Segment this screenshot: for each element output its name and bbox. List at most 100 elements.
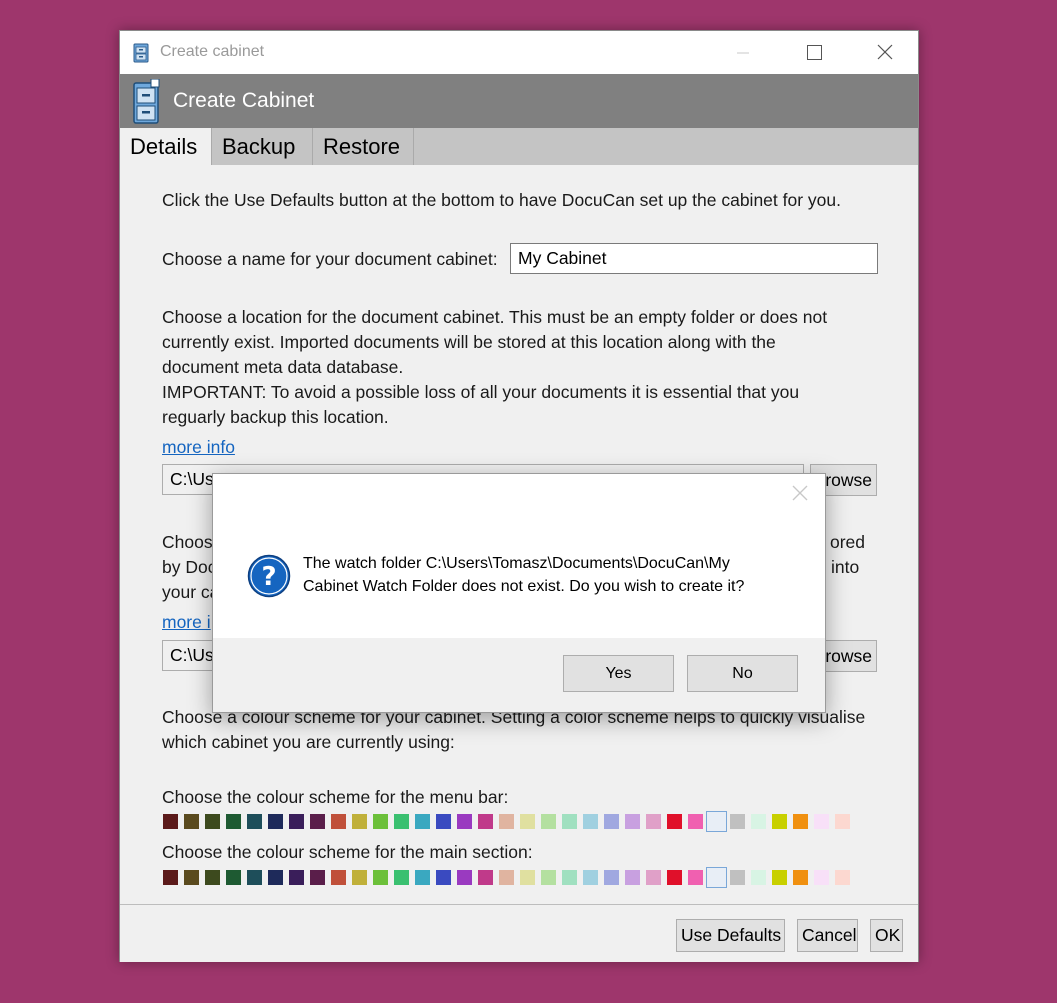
colour-swatch[interactable] <box>415 870 430 885</box>
watch-description-3: your ca <box>162 582 220 602</box>
colour-swatch[interactable] <box>835 814 850 829</box>
colour-swatch[interactable] <box>814 870 829 885</box>
no-button[interactable]: No <box>687 655 798 692</box>
footer-bar: Use Defaults Cancel OK <box>120 904 918 962</box>
colour-swatch[interactable] <box>478 870 493 885</box>
close-button[interactable] <box>862 31 908 74</box>
colour-swatch[interactable] <box>562 814 577 829</box>
more-info-link[interactable]: more info <box>162 435 235 460</box>
colour-swatch[interactable] <box>268 814 283 829</box>
colour-swatch[interactable] <box>436 814 451 829</box>
colour-swatch[interactable] <box>520 814 535 829</box>
colour-swatch[interactable] <box>373 870 388 885</box>
colour-swatch[interactable] <box>247 870 262 885</box>
tab-restore[interactable]: Restore <box>313 128 414 165</box>
colour-swatch[interactable] <box>184 814 199 829</box>
colour-swatch[interactable] <box>625 814 640 829</box>
colour-swatch[interactable] <box>772 814 787 829</box>
colour-swatch[interactable] <box>793 814 808 829</box>
header-title: Create Cabinet <box>173 89 315 112</box>
colour-swatch[interactable] <box>562 870 577 885</box>
colour-swatch[interactable] <box>751 814 766 829</box>
colour-swatch[interactable] <box>814 814 829 829</box>
colour-swatch[interactable] <box>226 870 241 885</box>
colour-swatch[interactable] <box>646 814 661 829</box>
colour-swatch[interactable] <box>520 870 535 885</box>
colour-swatch[interactable] <box>772 870 787 885</box>
colour-swatch[interactable] <box>394 814 409 829</box>
colour-swatch[interactable] <box>226 814 241 829</box>
colour-swatch[interactable] <box>706 811 727 832</box>
watch-description-2: by Doc <box>162 557 217 577</box>
maximize-icon <box>807 45 822 60</box>
maximize-button[interactable] <box>790 31 836 74</box>
colour-swatch[interactable] <box>331 814 346 829</box>
colour-swatch[interactable] <box>310 814 325 829</box>
window-title: Create cabinet <box>160 43 265 60</box>
dialog-message-line-1: The watch folder C:\Users\Tomasz\Documen… <box>303 555 730 572</box>
colour-swatch[interactable] <box>310 870 325 885</box>
colour-swatch[interactable] <box>352 870 367 885</box>
colour-swatch[interactable] <box>793 870 808 885</box>
colour-swatch[interactable] <box>583 870 598 885</box>
colour-swatch[interactable] <box>184 870 199 885</box>
confirm-dialog: ? The watch folder C:\Users\Tomasz\Docum… <box>212 473 826 713</box>
colour-swatch[interactable] <box>541 814 556 829</box>
colour-swatch[interactable] <box>289 814 304 829</box>
colour-swatch[interactable] <box>205 870 220 885</box>
colour-swatch[interactable] <box>604 870 619 885</box>
yes-button[interactable]: Yes <box>563 655 674 692</box>
colour-swatch[interactable] <box>268 870 283 885</box>
colour-swatch[interactable] <box>835 870 850 885</box>
minimize-icon <box>737 52 749 54</box>
cancel-button[interactable]: Cancel <box>797 919 858 952</box>
use-defaults-button[interactable]: Use Defaults <box>676 919 785 952</box>
colour-swatch[interactable] <box>457 814 472 829</box>
tab-details[interactable]: Details <box>120 128 212 165</box>
colour-swatch[interactable] <box>667 870 682 885</box>
colour-swatch[interactable] <box>289 870 304 885</box>
colour-swatch[interactable] <box>205 814 220 829</box>
colour-swatch[interactable] <box>667 814 682 829</box>
colour-swatch[interactable] <box>394 870 409 885</box>
colour-swatch[interactable] <box>625 870 640 885</box>
colour-swatch[interactable] <box>646 870 661 885</box>
tab-backup[interactable]: Backup <box>212 128 313 165</box>
colour-swatch[interactable] <box>163 870 178 885</box>
colour-swatch[interactable] <box>541 870 556 885</box>
colour-swatch[interactable] <box>730 814 745 829</box>
colour-swatch[interactable] <box>331 870 346 885</box>
colour-swatch[interactable] <box>247 814 262 829</box>
tab-bar: Details Backup Restore <box>120 128 918 165</box>
menu-bar-swatches <box>163 811 863 832</box>
colour-swatch[interactable] <box>583 814 598 829</box>
colour-swatch[interactable] <box>478 814 493 829</box>
colour-swatch[interactable] <box>751 870 766 885</box>
colour-swatch[interactable] <box>415 814 430 829</box>
colour-swatch[interactable] <box>499 870 514 885</box>
colour-swatch[interactable] <box>373 814 388 829</box>
dialog-close-icon[interactable] <box>790 483 810 503</box>
colour-swatch[interactable] <box>457 870 472 885</box>
dialog-footer: Yes No <box>213 638 825 712</box>
close-icon <box>877 44 893 60</box>
minimize-button[interactable] <box>720 31 766 74</box>
colour-swatch[interactable] <box>604 814 619 829</box>
cabinet-name-input[interactable] <box>510 243 878 274</box>
cabinet-icon <box>133 79 160 124</box>
title-bar: Create cabinet <box>120 31 918 74</box>
menu-bar-colour-label: Choose the colour scheme for the menu ba… <box>162 787 509 807</box>
colour-swatch[interactable] <box>688 870 703 885</box>
colour-swatch[interactable] <box>163 814 178 829</box>
colour-swatch[interactable] <box>352 814 367 829</box>
colour-swatch[interactable] <box>706 867 727 888</box>
colour-swatch[interactable] <box>730 870 745 885</box>
watch-description-2-end: into <box>831 557 860 577</box>
more-info-link-2[interactable]: more i <box>162 610 211 635</box>
colour-swatch[interactable] <box>499 814 514 829</box>
intro-text: Click the Use Defaults button at the bot… <box>162 190 841 210</box>
colour-swatch[interactable] <box>688 814 703 829</box>
ok-button[interactable]: OK <box>870 919 903 952</box>
colour-swatch[interactable] <box>436 870 451 885</box>
main-section-swatches <box>163 867 863 888</box>
